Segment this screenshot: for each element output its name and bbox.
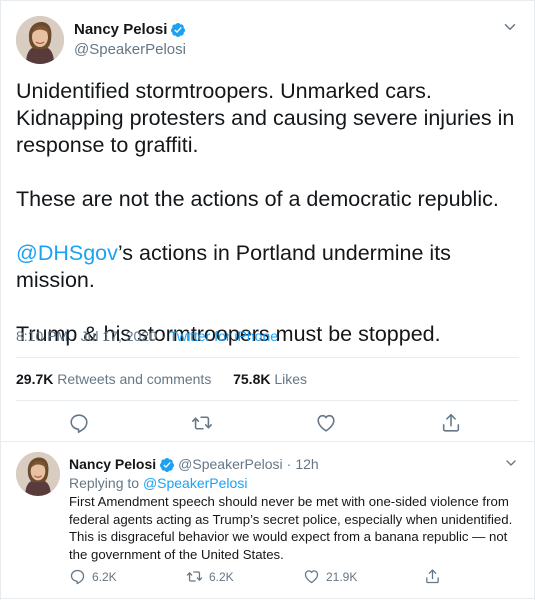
reply-author-handle[interactable]: @SpeakerPelosi — [178, 456, 283, 472]
likes-count[interactable]: 75.8K — [233, 371, 270, 387]
tweet-line-1: Unidentified stormtroopers. Unmarked car… — [16, 79, 515, 157]
divider — [16, 357, 519, 358]
author-name[interactable]: Nancy Pelosi — [74, 21, 167, 38]
tweet-actions — [0, 412, 535, 436]
like-icon[interactable] — [303, 568, 320, 585]
chevron-down-icon[interactable] — [501, 18, 519, 36]
tweet-line-2: These are not the actions of a democrati… — [16, 187, 499, 211]
like-icon[interactable] — [315, 412, 337, 434]
reply-count: 6.2K — [92, 569, 117, 584]
retweets-label[interactable]: Retweets and comments — [57, 371, 211, 387]
retweet-count: 6.2K — [209, 569, 234, 584]
replying-to: Replying to @SpeakerPelosi — [69, 475, 247, 491]
retweet-icon[interactable] — [186, 568, 203, 585]
share-icon[interactable] — [424, 568, 441, 585]
tweet-text: Unidentified stormtroopers. Unmarked car… — [16, 78, 521, 348]
section-divider — [0, 441, 535, 442]
tweet-stats: 29.7K Retweets and comments 75.8K Likes — [16, 371, 307, 387]
author-avatar[interactable] — [16, 16, 64, 64]
reply-action-reply[interactable]: 6.2K — [69, 568, 117, 585]
reply-action-share[interactable] — [424, 568, 447, 585]
reply-text: First Amendment speech should never be m… — [69, 494, 513, 562]
reply-icon[interactable] — [69, 568, 86, 585]
tweet-meta: 8:10 PM · Jul 17, 2020 · Twitter for iPh… — [16, 328, 278, 344]
reply-time[interactable]: 12h — [295, 456, 318, 472]
reply-action-like[interactable]: 21.9K — [303, 568, 357, 585]
reply-action-retweet[interactable]: 6.2K — [186, 568, 234, 585]
mention-link[interactable]: @DHSgov — [16, 241, 118, 265]
retweet-icon[interactable] — [191, 412, 213, 434]
divider — [16, 400, 519, 401]
like-count: 21.9K — [326, 569, 358, 584]
reply-actions: 6.2K 6.2K 21.9K — [69, 568, 519, 588]
reply-author-name[interactable]: Nancy Pelosi — [69, 456, 156, 472]
verified-badge-icon — [170, 22, 186, 38]
reply-author-row[interactable]: Nancy Pelosi @SpeakerPelosi · 12h — [69, 456, 319, 472]
top-border — [0, 0, 535, 1]
tweet-line-3: @DHSgov’s actions in Portland undermine … — [16, 240, 521, 294]
share-icon[interactable] — [440, 412, 462, 434]
tweet-timestamp[interactable]: 8:10 PM · Jul 17, 2020 — [16, 328, 157, 344]
replying-label: Replying to — [69, 475, 140, 491]
dot-separator: · — [286, 456, 292, 472]
reply-icon[interactable] — [68, 412, 90, 434]
verified-badge-icon — [159, 457, 175, 472]
replying-to-link[interactable]: @SpeakerPelosi — [143, 475, 248, 491]
reply-author-avatar[interactable] — [16, 452, 60, 496]
chevron-down-icon[interactable] — [503, 455, 519, 471]
bottom-divider — [0, 598, 535, 599]
author-name-row[interactable]: Nancy Pelosi — [74, 21, 186, 38]
likes-label[interactable]: Likes — [274, 371, 307, 387]
tweet-source[interactable]: Twitter for iPhone — [169, 328, 278, 344]
meta-separator: · — [156, 328, 170, 344]
author-handle[interactable]: @SpeakerPelosi — [74, 41, 186, 58]
retweets-count[interactable]: 29.7K — [16, 371, 53, 387]
